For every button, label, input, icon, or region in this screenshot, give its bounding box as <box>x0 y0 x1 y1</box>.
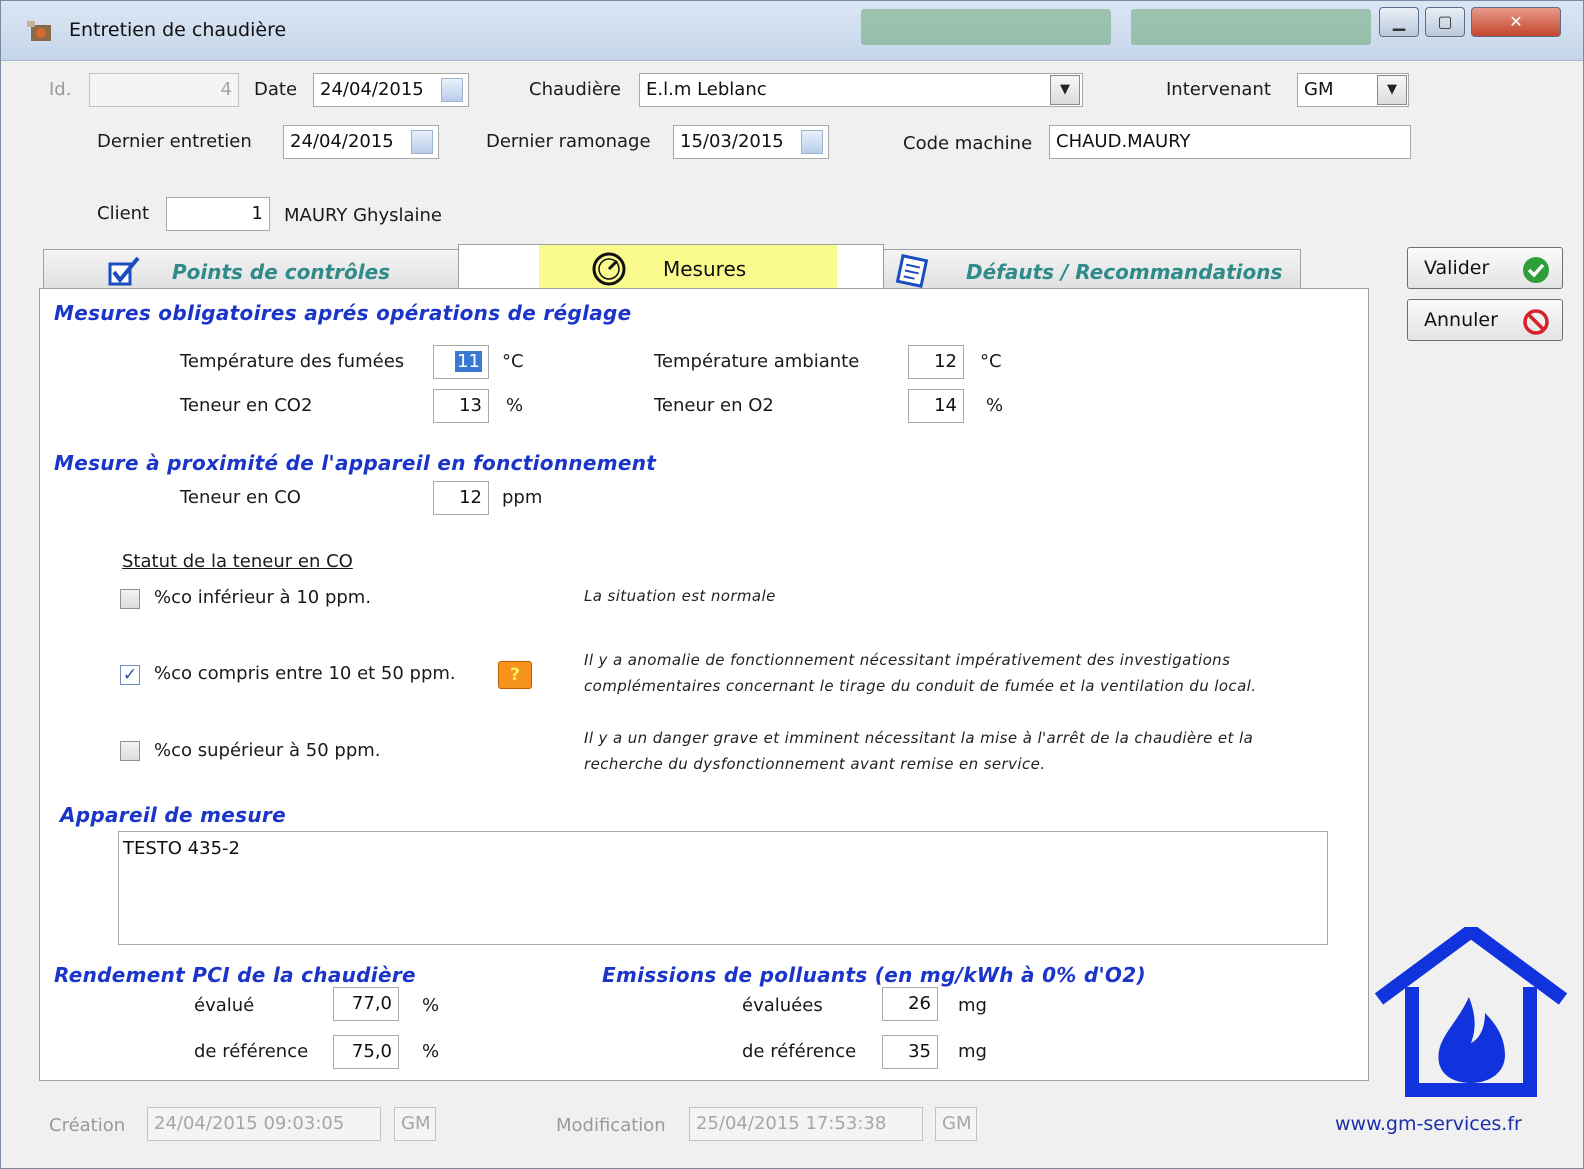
checkbox-icon <box>108 256 140 286</box>
rendement-evalue-label: évalué <box>194 995 255 1016</box>
creation-label: Création <box>49 1115 126 1136</box>
notebook-icon <box>895 254 929 288</box>
section-title: Emissions de polluants (en mg/kWh à 0% d… <box>602 963 1146 987</box>
unit: % <box>422 1041 440 1062</box>
section-title: Mesures obligatoires aprés opérations de… <box>54 301 632 325</box>
client-name: MAURY Ghyslaine <box>284 205 442 226</box>
house-flame-logo-icon <box>1374 927 1568 1097</box>
tab-label: Défauts / Recommandations <box>966 260 1283 284</box>
modification-user-field: GM <box>935 1107 977 1141</box>
option-description: recherche du dysfonctionnement avant rem… <box>584 755 1046 773</box>
temp-ambiante-field[interactable]: 12 <box>908 345 964 379</box>
title-bar: Entretien de chaudière ▁ ▢ ✕ <box>1 1 1583 61</box>
option-description: complémentaires concernant le tirage du … <box>584 677 1257 695</box>
co2-field[interactable]: 13 <box>433 389 489 423</box>
tab-defauts-recommandations[interactable]: Défauts / Recommandations <box>883 249 1301 293</box>
app-icon <box>27 21 51 41</box>
section-title: Mesure à proximité de l'appareil en fonc… <box>54 451 657 475</box>
tab-label: Points de contrôles <box>172 260 391 284</box>
unit: °C <box>980 351 1002 372</box>
maximize-button[interactable]: ▢ <box>1425 7 1465 37</box>
option-description: La situation est normale <box>584 587 776 605</box>
client-label: Client <box>97 203 150 224</box>
tab-mesures[interactable]: Mesures <box>458 244 884 292</box>
date-label: Date <box>254 79 298 100</box>
appareil-textarea[interactable]: TESTO 435-2 <box>118 831 1328 945</box>
modification-field: 25/04/2015 17:53:38 <box>689 1107 923 1141</box>
rendement-ref-field[interactable]: 75,0 <box>333 1035 399 1069</box>
window-title: Entretien de chaudière <box>69 19 287 41</box>
emissions-ref-label: de référence <box>742 1041 857 1062</box>
title-decoration <box>1131 9 1371 45</box>
code-machine-label: Code machine <box>903 133 1033 154</box>
o2-field[interactable]: 14 <box>908 389 964 423</box>
emissions-evaluees-label: évaluées <box>742 995 823 1016</box>
unit: % <box>506 395 524 416</box>
calendar-icon[interactable] <box>801 130 823 154</box>
chevron-down-icon[interactable]: ▼ <box>1050 75 1080 105</box>
emissions-evaluees-field[interactable]: 26 <box>882 987 938 1021</box>
website-link[interactable]: www.gm-services.fr <box>1335 1113 1522 1135</box>
code-machine-field[interactable]: CHAUD.MAURY <box>1049 125 1411 159</box>
dernier-entretien-label: Dernier entretien <box>97 131 252 152</box>
minimize-button[interactable]: ▁ <box>1379 7 1419 37</box>
option-description: Il y a un danger grave et imminent néces… <box>584 729 1254 747</box>
option-label: %co compris entre 10 et 50 ppm. <box>154 663 456 684</box>
section-title: Appareil de mesure <box>60 803 286 827</box>
option-description: Il y a anomalie de fonctionnement nécess… <box>584 651 1231 669</box>
tab-label: Mesures <box>663 257 747 281</box>
intervenant-label: Intervenant <box>1166 79 1271 100</box>
section-title: Rendement PCI de la chaudière <box>54 963 416 987</box>
co-inferieur-checkbox[interactable] <box>120 589 140 609</box>
selected-value: 11 <box>455 351 482 372</box>
temp-ambiante-label: Température ambiante <box>654 351 860 372</box>
co-label: Teneur en CO <box>180 487 301 508</box>
chaudiere-label: Chaudière <box>529 79 621 100</box>
rendement-evalue-field[interactable]: 77,0 <box>333 987 399 1021</box>
co-field[interactable]: 12 <box>433 481 489 515</box>
mesures-panel: Mesures obligatoires aprés opérations de… <box>39 288 1369 1081</box>
unit: °C <box>502 351 524 372</box>
temp-fumees-label: Température des fumées <box>180 351 405 372</box>
gauge-icon <box>592 252 626 286</box>
help-icon[interactable]: ? <box>498 661 532 689</box>
calendar-icon[interactable] <box>441 78 463 102</box>
co2-label: Teneur en CO2 <box>180 395 313 416</box>
valider-button[interactable]: Valider <box>1407 247 1563 289</box>
unit: % <box>422 995 440 1016</box>
modification-label: Modification <box>556 1115 666 1136</box>
check-circle-icon <box>1523 257 1549 283</box>
valider-label: Valider <box>1424 257 1490 279</box>
chevron-down-icon[interactable]: ▼ <box>1377 75 1407 105</box>
window: Entretien de chaudière ▁ ▢ ✕ Id. 4 Date … <box>0 0 1584 1169</box>
option-label: %co inférieur à 10 ppm. <box>154 587 372 608</box>
statut-title: Statut de la teneur en CO <box>122 551 353 572</box>
unit: mg <box>958 1041 987 1062</box>
client-id-field[interactable]: 1 <box>166 197 270 231</box>
creation-field: 24/04/2015 09:03:05 <box>147 1107 381 1141</box>
co-superieur-checkbox[interactable] <box>120 741 140 761</box>
unit: % <box>986 395 1004 416</box>
cancel-icon <box>1523 309 1549 335</box>
id-field: 4 <box>89 73 239 107</box>
temp-fumees-field[interactable]: 11 <box>433 345 489 379</box>
tab-points-de-controles[interactable]: Points de contrôles <box>43 249 459 293</box>
dernier-ramonage-label: Dernier ramonage <box>486 131 651 152</box>
calendar-icon[interactable] <box>411 130 433 154</box>
o2-label: Teneur en O2 <box>654 395 774 416</box>
co-compris-checkbox[interactable]: ✓ <box>120 665 140 685</box>
unit: mg <box>958 995 987 1016</box>
creation-user-field: GM <box>394 1107 436 1141</box>
emissions-ref-field[interactable]: 35 <box>882 1035 938 1069</box>
annuler-button[interactable]: Annuler <box>1407 299 1563 341</box>
unit: ppm <box>502 487 543 508</box>
title-decoration <box>861 9 1111 45</box>
close-button[interactable]: ✕ <box>1471 7 1561 37</box>
rendement-ref-label: de référence <box>194 1041 309 1062</box>
annuler-label: Annuler <box>1424 309 1498 331</box>
id-label: Id. <box>49 79 72 100</box>
option-label: %co supérieur à 50 ppm. <box>154 740 381 761</box>
chaudiere-select[interactable]: E.l.m Leblanc <box>639 73 1083 107</box>
